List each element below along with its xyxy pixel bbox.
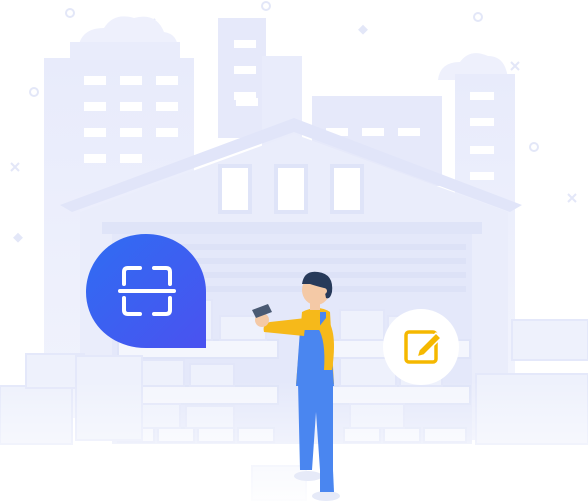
decor-diamond: [13, 232, 23, 243]
worker-leg-back: [320, 470, 334, 492]
decor-diamond: [358, 24, 368, 35]
decor-cross: [10, 162, 20, 172]
attic-window: [330, 164, 364, 214]
edit-badge: [383, 309, 459, 385]
decor-cross: [510, 61, 520, 71]
decor-circle: [473, 12, 483, 22]
attic-window: [274, 164, 308, 214]
ground-fade: [0, 380, 588, 501]
worker-ear: [321, 288, 327, 294]
worker-shoe: [312, 491, 340, 501]
building-tower: [218, 18, 266, 138]
scan-bubble: [86, 234, 206, 348]
decor-circle: [529, 142, 539, 152]
warehouse-scanning-illustration: [0, 0, 588, 501]
building-left-roof: [70, 42, 180, 60]
decor-cross: [567, 193, 577, 203]
attic-window: [218, 164, 252, 214]
decor-circle: [29, 87, 39, 97]
decor-circle: [65, 8, 75, 18]
decor-circle: [261, 1, 271, 11]
door-frame-top: [102, 222, 482, 234]
worker-shoe: [294, 471, 322, 481]
illustration-canvas: [0, 1, 588, 501]
